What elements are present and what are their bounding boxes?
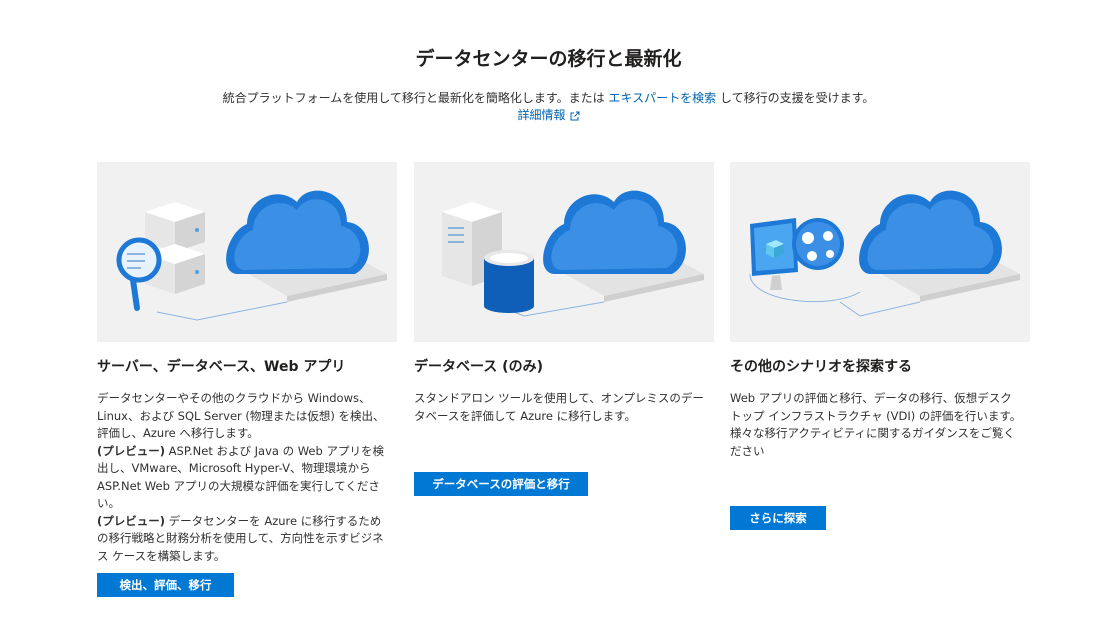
card-desc-line-1: Web アプリの評価と移行、データの移行、仮想デスクトップ インフラストラクチャ… [730,391,1022,423]
card-title: データベース (のみ) [414,359,543,375]
subtitle-text-after: して移行の支援を受けます。 [716,91,875,105]
card-desc-line-1: データセンターやその他のクラウドから Windows、Linux、および SQL… [97,391,385,440]
card-description: Web アプリの評価と移行、データの移行、仮想デスクトップ インフラストラクチャ… [730,390,1022,460]
server-database-cloud-icon [414,162,714,342]
card-servers-databases-webapps: サーバー、データベース、Web アプリ データセンターやその他のクラウドから W… [97,162,397,565]
card-desc-line-2: 様々な移行アクティビティに関するガイダンスをご覧ください [730,426,1015,458]
explore-more-button[interactable]: さらに探索 [730,506,826,530]
servers-magnifier-cloud-icon [97,162,397,342]
card-title: その他のシナリオを探索する [730,359,912,375]
learn-more-label: 詳細情報 [517,108,566,122]
card-desc-line-1: スタンドアロン ツールを使用して、オンプレミスのデータベースを評価して Azur… [414,391,704,423]
card-explore-more-scenarios: その他のシナリオを探索する Web アプリの評価と移行、データの移行、仮想デスク… [730,162,1030,460]
find-expert-link[interactable]: エキスパートを検索 [608,91,716,105]
subtitle-text-before: 統合プラットフォームを使用して移行と最新化を簡略化します。または [222,91,609,105]
page-subtitle: 統合プラットフォームを使用して移行と最新化を簡略化します。または エキスパートを… [0,89,1097,107]
preview-badge: (プレビュー) [97,513,166,528]
page-title: データセンターの移行と最新化 [415,48,682,70]
external-link-icon [570,111,580,121]
learn-more-link[interactable]: 詳細情報 [0,106,1097,123]
desktop-cloud-icon [730,162,1030,342]
assess-migrate-databases-button[interactable]: データベースの評価と移行 [414,472,588,496]
card-description: データセンターやその他のクラウドから Windows、Linux、および SQL… [97,390,389,565]
card-databases-only: データベース (のみ) スタンドアロン ツールを使用して、オンプレミスのデータベ… [414,162,714,425]
card-description: スタンドアロン ツールを使用して、オンプレミスのデータベースを評価して Azur… [414,390,706,425]
preview-badge: (プレビュー) [97,443,166,458]
discover-assess-migrate-button[interactable]: 検出、評価、移行 [97,573,234,597]
card-title: サーバー、データベース、Web アプリ [97,359,346,375]
